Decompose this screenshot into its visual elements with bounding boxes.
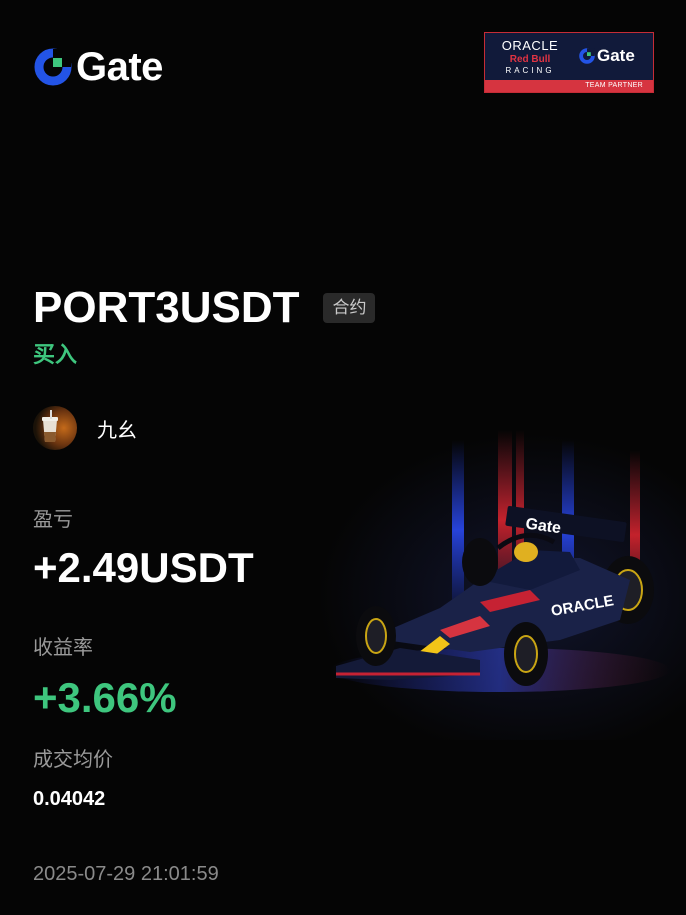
position-side: 买入 (33, 343, 78, 368)
pnl-value: +2.49USDT (33, 544, 254, 591)
gate-logo: Gate (34, 47, 163, 87)
partner-gate-logo: Gate (579, 46, 635, 66)
avg-price-label: 成交均价 (33, 747, 113, 771)
f1-car-illustration: Gate ORACLE (330, 430, 670, 714)
roi-label: 收益率 (33, 635, 93, 659)
pnl-label: 盈亏 (33, 507, 73, 531)
symbol-row: PORT3USDT 合约 (33, 283, 376, 332)
partner-gate-icon (579, 48, 595, 64)
roi-value: +3.66% (33, 674, 177, 721)
oracle-redbull-racing-logo: ORACLE Red Bull RACING (491, 39, 569, 76)
avg-price-value: 0.04042 (33, 788, 106, 810)
team-partner-badge: ORACLE Red Bull RACING Gate TEAM PARTNER (484, 32, 654, 93)
avatar (33, 406, 77, 450)
avatar-cup-icon (42, 410, 58, 442)
trading-pair-symbol: PORT3USDT (33, 283, 300, 332)
gate-logo-icon (34, 48, 72, 86)
gate-logo-text: Gate (76, 45, 163, 89)
redbull-text: Red Bull (509, 54, 551, 65)
contract-type-tag: 合约 (323, 293, 376, 323)
team-partner-label: TEAM PARTNER (485, 80, 653, 92)
partner-gate-text: Gate (597, 46, 635, 65)
timestamp: 2025-07-29 21:01:59 (33, 863, 219, 885)
user-info: 九幺 (33, 406, 137, 450)
racing-text: RACING (505, 66, 555, 75)
oracle-text: ORACLE (501, 38, 559, 53)
f1-car-image: Gate ORACLE (330, 430, 670, 692)
username: 九幺 (97, 417, 137, 442)
